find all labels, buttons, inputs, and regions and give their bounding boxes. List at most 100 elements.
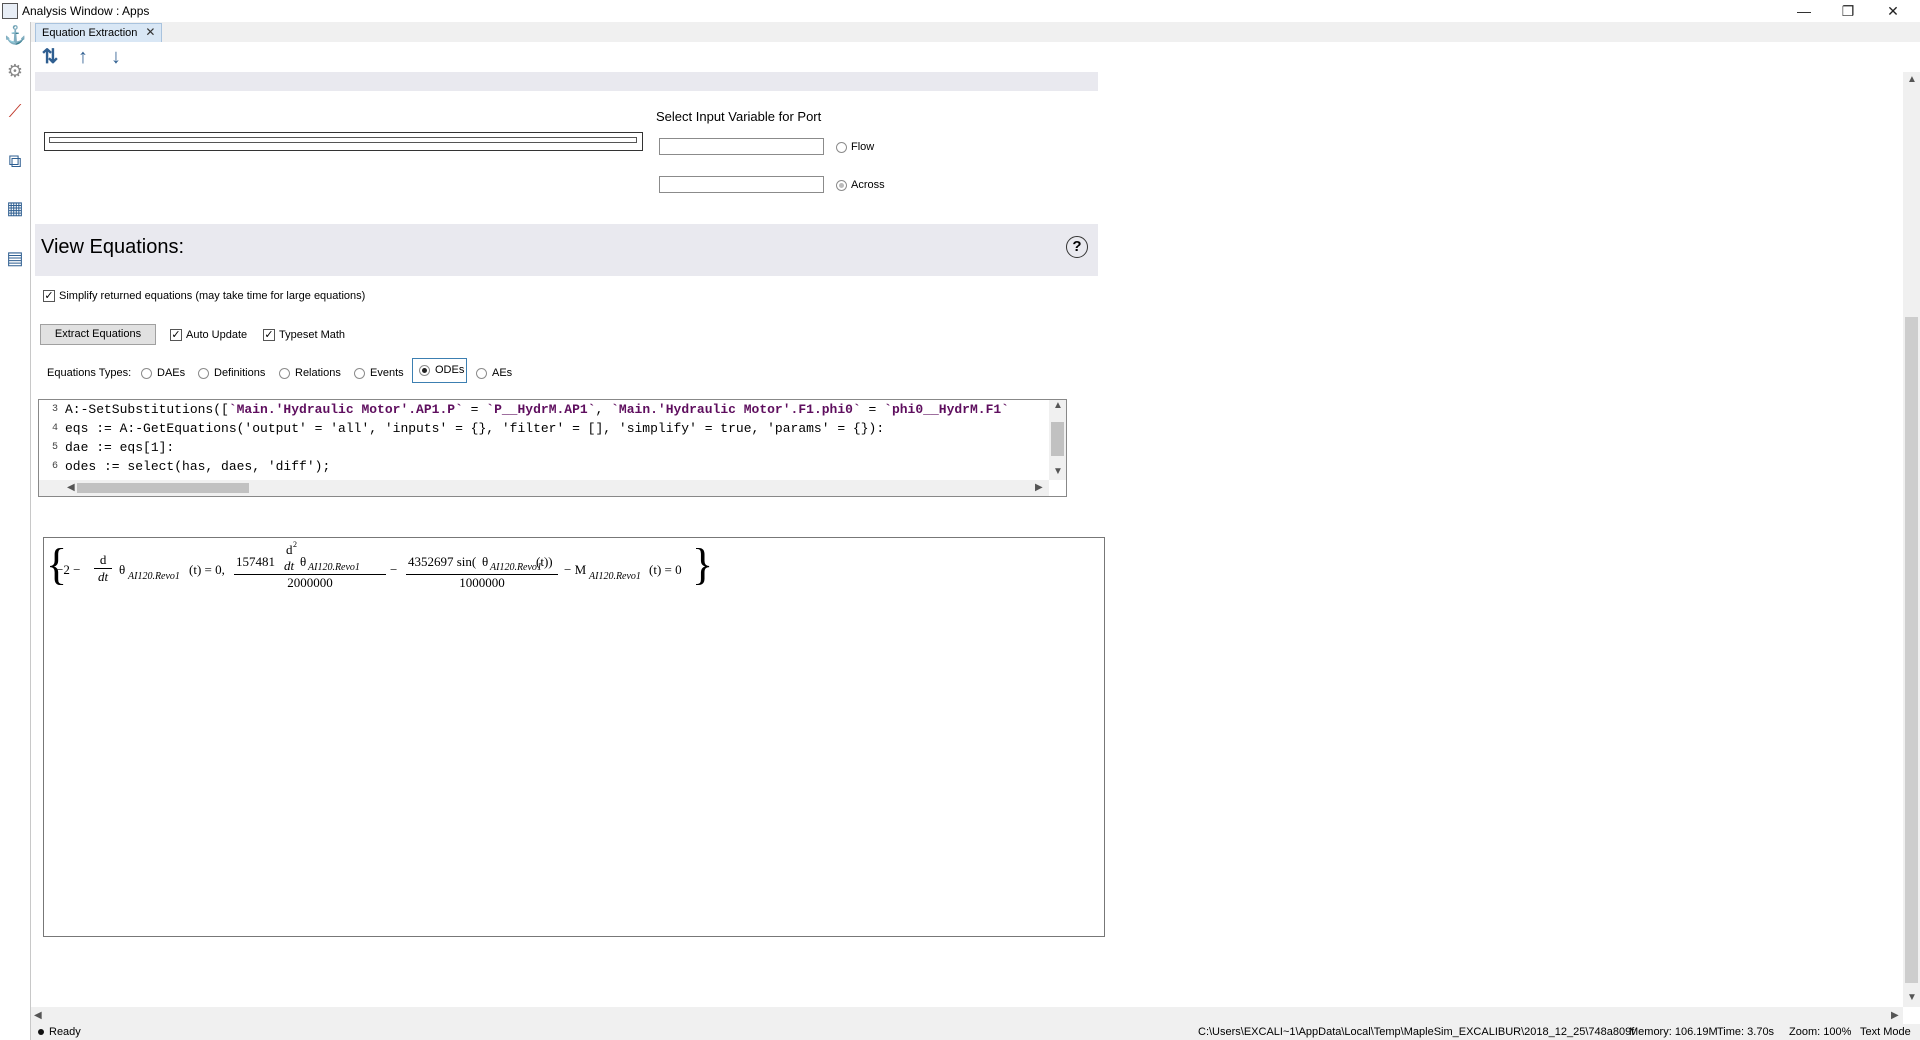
anchor-icon[interactable]: ⚓	[4, 24, 26, 46]
term1-tail: (t) = 0,	[189, 562, 225, 577]
line-number: 5	[51, 442, 58, 453]
code-lines: 3 A:-SetSubstitutions([`Main.'Hydraulic M…	[39, 400, 1047, 480]
type-label-relations: Relations	[295, 367, 341, 379]
simplify-label: Simplify returned equations (may take ti…	[59, 290, 366, 302]
ode-expression: { −2 − d dt θ AI120.Revo1 (t) = 0, 15748…	[46, 538, 771, 603]
across-radio[interactable]	[836, 180, 847, 191]
type-label-daes: DAEs	[157, 367, 186, 379]
type-radio-relations[interactable]	[279, 368, 290, 379]
close-brace: }	[692, 540, 714, 589]
d-dt: d dt	[94, 552, 113, 585]
flow-variable-input[interactable]	[659, 138, 824, 155]
mass-sub: AI120.Revo1	[589, 571, 641, 582]
cubes-icon[interactable]: ⧉	[4, 150, 26, 172]
type-radio-definitions[interactable]	[198, 368, 209, 379]
code-text: A:-SetSubstitutions([`Main.'Hydraulic Mo…	[65, 402, 1009, 417]
typeset-math-label: Typeset Math	[279, 329, 346, 341]
variable-list-inner	[49, 137, 637, 143]
term1-lead: −2 −	[56, 562, 81, 577]
status-mode: Text Mode	[1860, 1026, 1911, 1038]
type-label-events: Events	[370, 367, 404, 379]
page-scroll-right-icon[interactable]: ▶	[1891, 1010, 1899, 1021]
type-label-aes: AEs	[492, 367, 513, 379]
mass-term: − M	[564, 562, 587, 577]
term4-tail: (t) = 0	[649, 562, 682, 577]
help-button[interactable]: ?	[1066, 236, 1088, 258]
type-label-odes: ODEs	[435, 364, 465, 376]
variable-list-box[interactable]	[44, 132, 643, 151]
theta-1: θ	[119, 562, 126, 577]
across-label: Across	[851, 179, 885, 191]
extract-equations-button[interactable]: Extract Equations	[40, 324, 156, 345]
tab-equation-extraction[interactable]: Equation Extraction ✕	[35, 23, 163, 42]
auto-update-label: Auto Update	[186, 329, 248, 341]
theta-1-sub: AI120.Revo1	[128, 571, 180, 582]
grid-icon[interactable]: ▦	[4, 197, 26, 219]
scroll-up-icon[interactable]: ▲	[1053, 400, 1063, 411]
auto-update-checkbox[interactable]: ✓	[170, 329, 182, 341]
page-vertical-scrollbar[interactable]: ▲ ▼	[1903, 72, 1920, 1007]
tab-label: Equation Extraction	[42, 27, 138, 39]
status-memory: Memory: 106.19M	[1629, 1026, 1718, 1038]
typeset-math-checkbox[interactable]: ✓	[263, 329, 275, 341]
app-icon	[2, 3, 18, 19]
window-title: Analysis Window : Apps	[22, 4, 150, 18]
math-output: { −2 − d dt θ AI120.Revo1 (t) = 0, 15748…	[43, 537, 1105, 937]
scroll-right-icon[interactable]: ▶	[1035, 482, 1043, 493]
close-tab-icon[interactable]: ✕	[145, 25, 155, 39]
page-scroll-left-icon[interactable]: ◀	[34, 1010, 42, 1021]
page-scroll-up-icon[interactable]: ▲	[1907, 74, 1917, 85]
book-icon[interactable]: ▤	[4, 247, 26, 269]
scroll-left-icon[interactable]: ◀	[67, 482, 75, 493]
type-radio-daes[interactable]	[141, 368, 152, 379]
port-select-label: Select Input Variable for Port	[656, 109, 822, 124]
simplify-checkbox[interactable]: ✓	[43, 290, 55, 302]
status-zoom: Zoom: 100%	[1789, 1026, 1852, 1038]
view-equations-header	[35, 224, 1098, 276]
status-time: Time: 3.70s	[1717, 1026, 1775, 1038]
code-editor[interactable]: 3 A:-SetSubstitutions([`Main.'Hydraulic M…	[38, 399, 1067, 497]
left-toolbar: ⚓ ⚙ ⟋ ⧉ ▦ ▤	[0, 22, 31, 1040]
type-label-definitions: Definitions	[214, 367, 266, 379]
across-variable-input[interactable]	[659, 176, 824, 193]
line-number: 4	[51, 423, 58, 434]
equation-types-label: Equations Types:	[47, 367, 132, 379]
swap-arrows-icon[interactable]: ⇅	[38, 46, 62, 68]
status-path: C:\Users\EXCALI~1\AppData\Local\Temp\Map…	[1198, 1026, 1635, 1038]
line-number: 6	[51, 461, 58, 472]
term3-fraction: 4352697 sin( θ AI120.Revo1 (t)) 1000000	[406, 542, 558, 591]
code-text: dae := eqs[1]:	[65, 440, 175, 455]
minimize-button[interactable]: —	[1782, 0, 1826, 22]
type-radio-events[interactable]	[354, 368, 365, 379]
page-vertical-thumb[interactable]	[1905, 317, 1918, 983]
main-content: Select Input Variable for Port Flow Acro…	[31, 72, 1903, 1007]
line-number: 3	[51, 404, 58, 415]
code-text: eqs := A:-GetEquations('output' = 'all',…	[65, 421, 885, 436]
page-scroll-down-icon[interactable]: ▼	[1907, 992, 1917, 1003]
scroll-down-icon[interactable]: ▼	[1053, 466, 1063, 477]
arrow-up-icon[interactable]: ↑	[71, 46, 95, 68]
code-vertical-scrollbar[interactable]: ▲ ▼	[1049, 400, 1066, 480]
code-horizontal-scrollbar[interactable]: ◀ ▶	[39, 480, 1049, 496]
code-horizontal-thumb[interactable]	[77, 483, 249, 493]
component-icon[interactable]: ⚙	[4, 60, 26, 82]
flow-label: Flow	[851, 141, 875, 153]
status-bar: Ready C:\Users\EXCALI~1\AppData\Local\Te…	[31, 1024, 1920, 1040]
close-button[interactable]: ✕	[1871, 0, 1915, 22]
term2-fraction: 157481 d 2 dt θ AI120.Revo1 2000000	[234, 540, 386, 591]
minus-sign: −	[390, 562, 398, 577]
type-radio-odes[interactable]	[419, 365, 430, 376]
section-band	[35, 72, 1098, 91]
code-vertical-thumb[interactable]	[1051, 422, 1064, 456]
status-ready: Ready	[49, 1026, 81, 1038]
page-horizontal-scrollbar[interactable]: ◀ ▶	[31, 1007, 1903, 1024]
flow-radio[interactable]	[836, 142, 847, 153]
restore-button[interactable]: ❐	[1826, 0, 1870, 22]
view-equations-title: View Equations:	[41, 236, 185, 258]
arrow-down-icon[interactable]: ↓	[104, 46, 128, 68]
status-dot-icon	[38, 1029, 44, 1035]
type-radio-aes[interactable]	[476, 368, 487, 379]
code-text: odes := select(has, daes, 'diff');	[65, 459, 331, 474]
toolbar: ⇅ ↑ ↓	[31, 42, 1920, 72]
plot-icon[interactable]: ⟋	[4, 100, 26, 122]
